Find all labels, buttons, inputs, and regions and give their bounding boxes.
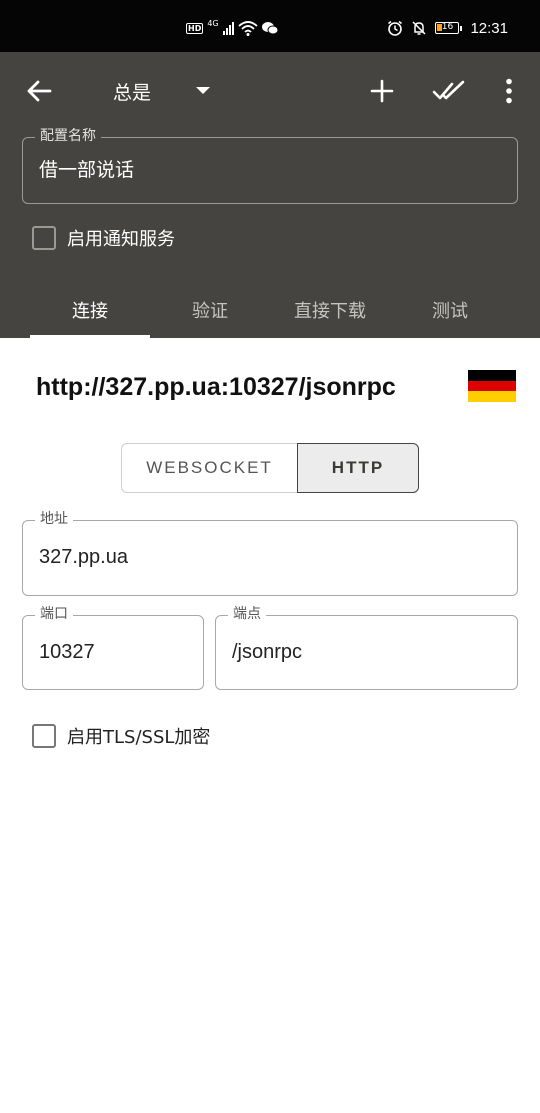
protocol-toggle: WEBSOCKET HTTP <box>121 443 419 493</box>
server-url: http://327.pp.ua:10327/jsonrpc <box>36 373 396 401</box>
port-field[interactable]: 端口 10327 <box>22 606 204 690</box>
tls-label: 启用TLS/SSL加密 <box>67 727 211 748</box>
battery-icon: 16 <box>435 22 463 34</box>
wifi-icon <box>238 21 258 36</box>
address-input[interactable]: 327.pp.ua <box>39 545 128 569</box>
tab-direct-download[interactable]: 直接下载 <box>270 282 390 338</box>
port-input[interactable]: 10327 <box>39 640 95 664</box>
clock: 12:31 <box>470 19 508 37</box>
address-field[interactable]: 地址 327.pp.ua <box>22 511 518 596</box>
add-button[interactable] <box>362 72 402 110</box>
wechat-icon <box>261 22 278 35</box>
http-button[interactable]: HTTP <box>297 443 419 493</box>
mute-bell-icon <box>412 21 426 35</box>
config-name-label: 配置名称 <box>35 128 101 144</box>
battery-level: 16 <box>441 22 454 32</box>
endpoint-label: 端点 <box>228 606 266 622</box>
tab-auth[interactable]: 验证 <box>150 282 270 338</box>
status-bar: HD 4G 16 12:31 <box>0 0 540 52</box>
tls-checkbox[interactable] <box>32 724 56 748</box>
endpoint-field[interactable]: 端点 /jsonrpc <box>215 606 518 690</box>
alarm-icon <box>388 20 403 36</box>
tls-option[interactable]: 启用TLS/SSL加密 <box>32 723 210 749</box>
hd-badge: HD <box>186 22 204 34</box>
done-all-button[interactable] <box>429 72 469 110</box>
done-all-icon <box>432 80 465 100</box>
websocket-button[interactable]: WEBSOCKET <box>121 443 297 493</box>
signal-icon <box>222 21 234 35</box>
config-name-value[interactable]: 借一部说话 <box>39 158 134 182</box>
dropdown-arrow-icon <box>196 87 210 94</box>
app-header: 总是 配置名称 借一部说话 启用通知服务 连接 验证 直接下载 测试 <box>0 52 540 338</box>
notify-service-option[interactable]: 启用通知服务 <box>32 225 175 251</box>
spinner-value: 总是 <box>113 81 152 104</box>
toolbar: 总是 <box>0 52 540 128</box>
plus-icon <box>370 79 394 103</box>
port-label: 端口 <box>35 606 73 622</box>
arrow-left-icon <box>27 80 52 102</box>
tab-connection[interactable]: 连接 <box>30 282 150 338</box>
network-type: 4G <box>207 18 219 28</box>
notify-service-checkbox[interactable] <box>32 226 56 250</box>
more-vert-icon <box>506 78 512 104</box>
filter-spinner[interactable]: 总是 <box>100 72 220 110</box>
tab-test[interactable]: 测试 <box>390 282 510 338</box>
tab-bar: 连接 验证 直接下载 测试 <box>0 282 540 338</box>
status-right: 16 12:31 <box>387 18 508 38</box>
germany-flag-icon <box>468 370 516 403</box>
back-button[interactable] <box>20 72 58 110</box>
notify-service-label: 启用通知服务 <box>67 229 175 250</box>
config-name-field[interactable]: 配置名称 借一部说话 <box>22 128 518 204</box>
status-left: HD 4G <box>186 18 278 38</box>
address-label: 地址 <box>35 511 73 527</box>
overflow-menu-button[interactable] <box>489 72 529 110</box>
endpoint-input[interactable]: /jsonrpc <box>232 640 302 664</box>
